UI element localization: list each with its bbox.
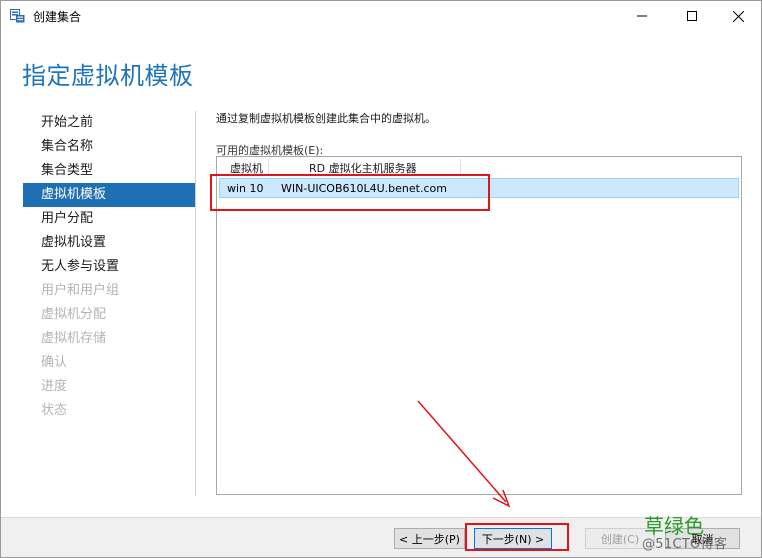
annotation-arrow <box>417 400 511 508</box>
watermark-source: @51CTO博客 <box>642 537 728 552</box>
